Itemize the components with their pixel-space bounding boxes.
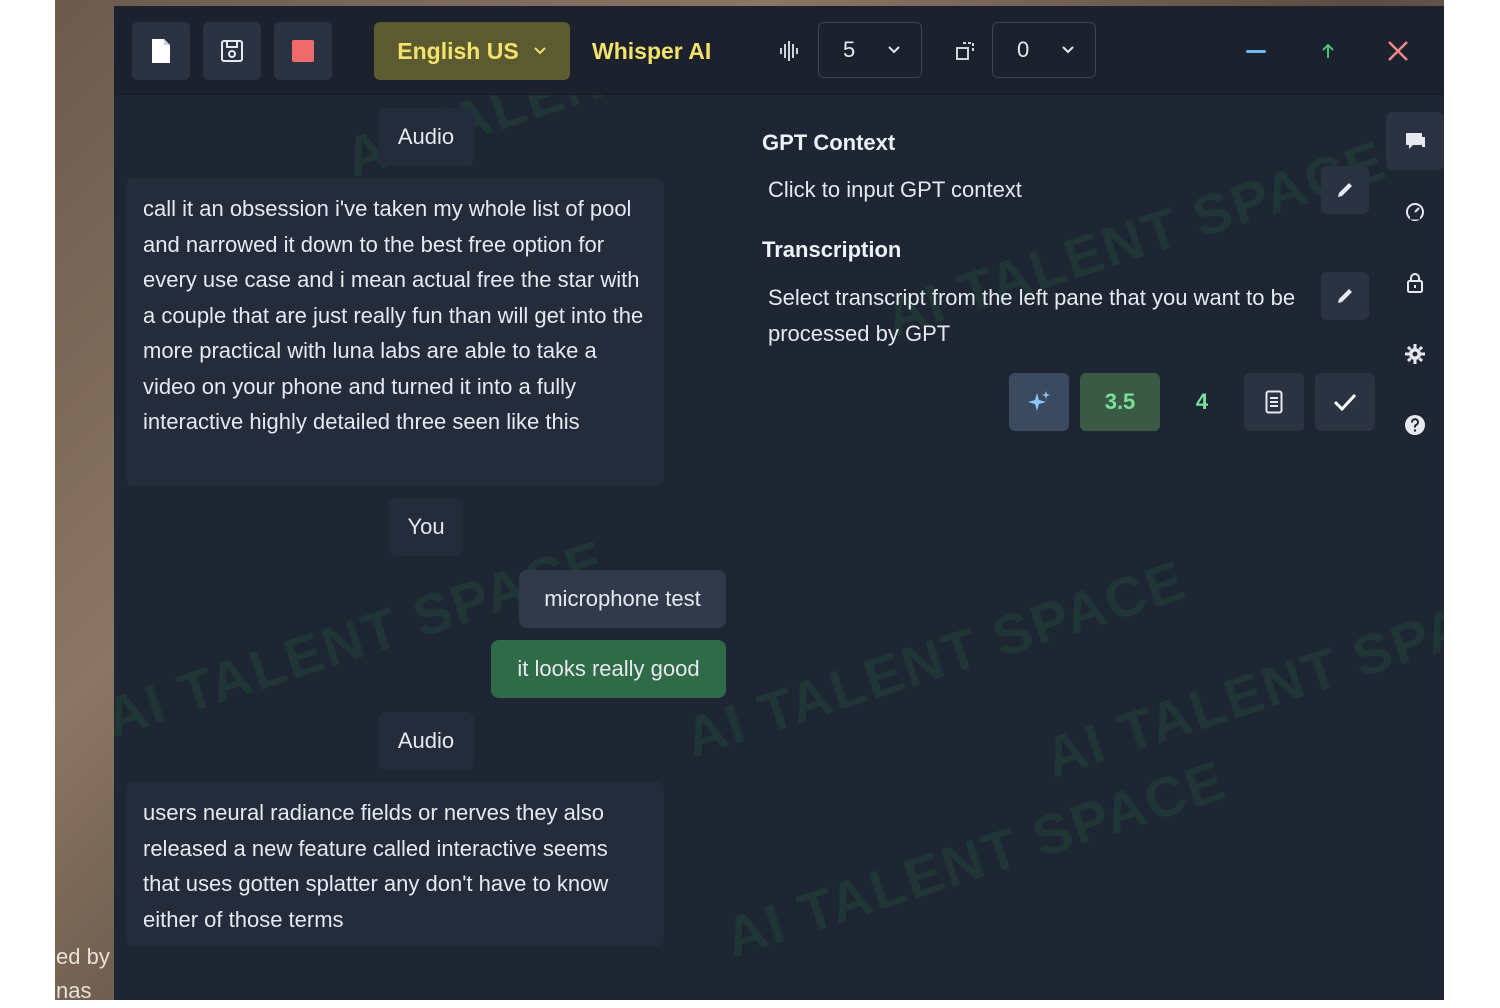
arrow-up-icon bbox=[1322, 43, 1334, 58]
lock-tab-button[interactable] bbox=[1386, 254, 1444, 312]
gpt-4-label: 4 bbox=[1195, 389, 1209, 414]
offset-value: 0 bbox=[1017, 37, 1030, 62]
minimize-icon bbox=[1246, 49, 1266, 53]
chat-icon bbox=[1406, 133, 1425, 149]
you-message-bubble-selected[interactable]: it looks really good bbox=[491, 640, 726, 698]
audio-source-text: Audio bbox=[397, 124, 455, 149]
ai-magic-button[interactable] bbox=[1009, 373, 1069, 431]
edit-context-button[interactable] bbox=[1321, 166, 1369, 214]
language-dropdown[interactable]: English US bbox=[374, 22, 570, 80]
speedometer-icon bbox=[1406, 203, 1424, 221]
help-tab-button[interactable] bbox=[1386, 396, 1444, 454]
minimize-button[interactable] bbox=[1232, 22, 1280, 80]
confirm-button[interactable] bbox=[1315, 373, 1375, 431]
gpt-35-button[interactable]: 3.5 bbox=[1080, 373, 1160, 431]
you-source-label: You bbox=[389, 498, 463, 556]
you-message-text: it looks really good bbox=[517, 656, 700, 682]
document-icon bbox=[1265, 390, 1283, 414]
resize-icon bbox=[956, 42, 974, 60]
save-button[interactable] bbox=[203, 22, 261, 80]
audio-source-text: Audio bbox=[397, 728, 455, 753]
sparkles-icon bbox=[1028, 391, 1050, 411]
audio-level-value: 5 bbox=[843, 37, 856, 62]
check-icon bbox=[1333, 393, 1357, 412]
you-message-bubble[interactable]: microphone test bbox=[519, 570, 726, 628]
chevron-down-icon bbox=[1062, 46, 1074, 54]
edit-transcription-button[interactable] bbox=[1321, 272, 1369, 320]
audio-source-label: Audio bbox=[378, 712, 474, 770]
close-icon bbox=[1388, 41, 1408, 61]
speed-tab-button[interactable] bbox=[1386, 183, 1444, 241]
settings-icon bbox=[1405, 344, 1425, 364]
chevron-down-icon bbox=[888, 46, 900, 54]
transcription-text[interactable]: Select transcript from the left pane tha… bbox=[768, 280, 1312, 352]
gpt-context-title: GPT Context bbox=[762, 130, 896, 155]
audio-level-icon-button bbox=[774, 22, 804, 80]
audio-transcript-text: users neural radiance fields or nerves t… bbox=[143, 800, 609, 932]
audio-waveform-icon bbox=[780, 41, 798, 61]
toolbar: English US Whisper AI 5 0 bbox=[114, 6, 1444, 95]
pencil-icon bbox=[1338, 183, 1352, 197]
move-up-button[interactable] bbox=[1304, 22, 1352, 80]
lock-icon bbox=[1407, 273, 1423, 293]
audio-transcript-text: call it an obsession i've taken my whole… bbox=[143, 196, 644, 434]
transcript-pane[interactable]: Audio call it an obsession i've taken my… bbox=[114, 94, 744, 1000]
gpt-4-button[interactable]: 4 bbox=[1172, 373, 1232, 431]
language-label: English US bbox=[397, 37, 519, 64]
side-rail bbox=[1386, 112, 1444, 472]
chevron-down-icon bbox=[533, 47, 546, 55]
chat-tab-button[interactable] bbox=[1386, 112, 1444, 170]
audio-source-label: Audio bbox=[378, 108, 474, 166]
save-icon bbox=[221, 40, 243, 62]
audio-level-select[interactable]: 5 bbox=[818, 22, 922, 78]
you-message-text: microphone test bbox=[544, 586, 701, 612]
transcription-title: Transcription bbox=[762, 237, 902, 262]
stop-recording-button[interactable] bbox=[274, 22, 332, 80]
close-button[interactable] bbox=[1374, 22, 1422, 80]
you-source-text: You bbox=[407, 514, 445, 539]
notes-button[interactable] bbox=[1244, 373, 1304, 431]
gpt-context-input[interactable]: Click to input GPT context bbox=[768, 172, 1308, 208]
help-icon bbox=[1405, 415, 1425, 435]
engine-label: Whisper AI bbox=[592, 37, 712, 64]
file-icon bbox=[152, 39, 170, 63]
audio-transcript-bubble[interactable]: users neural radiance fields or nerves t… bbox=[126, 782, 664, 946]
offset-icon-button bbox=[950, 22, 980, 80]
gpt-35-label: 3.5 bbox=[1104, 389, 1136, 414]
pencil-icon bbox=[1338, 289, 1352, 303]
new-file-button[interactable] bbox=[132, 22, 190, 80]
gpt-pane: GPT Context Click to input GPT context T… bbox=[754, 94, 1375, 1000]
transcription-app-window: AI TALENT SPACE AI TALENT SPACE AI TALEN… bbox=[114, 6, 1444, 1000]
offset-select[interactable]: 0 bbox=[992, 22, 1096, 78]
audio-transcript-bubble[interactable]: call it an obsession i've taken my whole… bbox=[126, 178, 664, 486]
settings-tab-button[interactable] bbox=[1386, 325, 1444, 383]
stop-square-icon bbox=[292, 40, 314, 62]
engine-selector[interactable]: Whisper AI bbox=[592, 22, 711, 80]
